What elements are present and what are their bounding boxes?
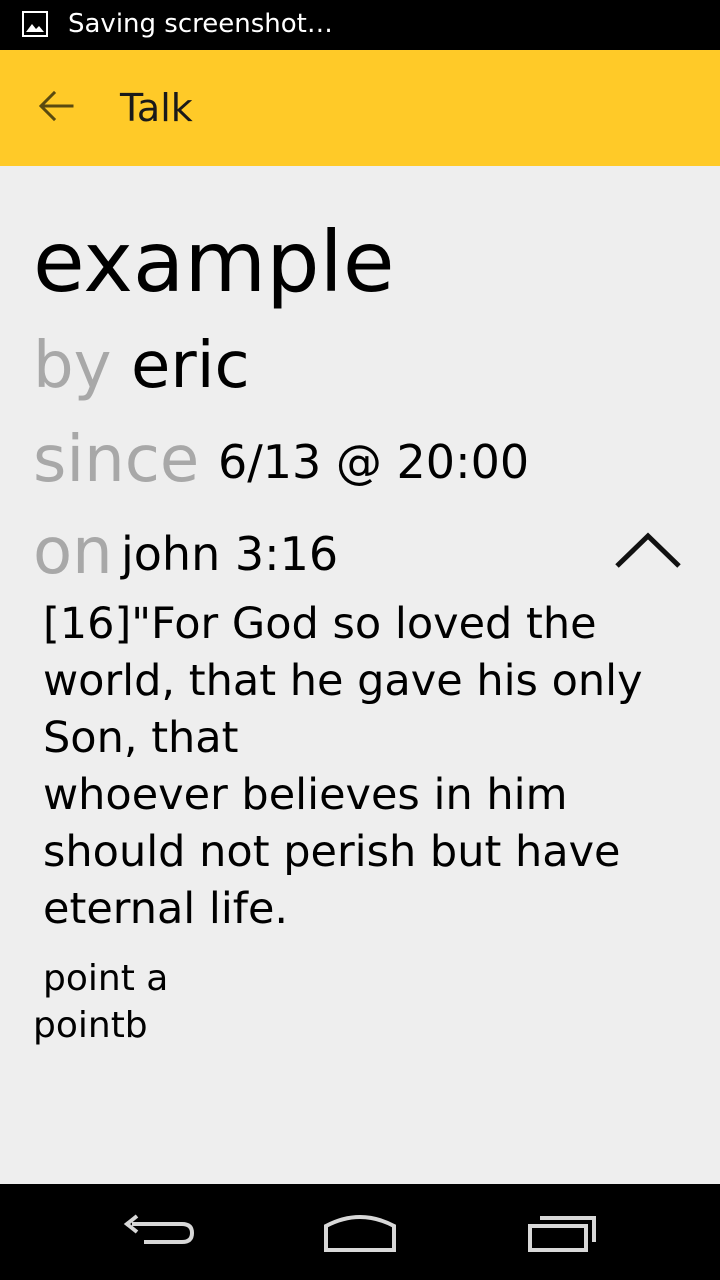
nav-home-button[interactable] bbox=[310, 1202, 410, 1262]
nav-recents-icon bbox=[528, 1216, 596, 1252]
nav-home-icon bbox=[324, 1215, 396, 1252]
talk-point: pointb bbox=[33, 1005, 148, 1046]
status-bar: Saving screenshot… bbox=[0, 0, 720, 50]
verse-line: whoever believes in him bbox=[43, 770, 568, 820]
verse-line: should not perish but have bbox=[43, 827, 621, 877]
author-name: eric bbox=[131, 329, 250, 403]
image-icon bbox=[22, 11, 48, 37]
arrow-left-icon bbox=[38, 90, 74, 122]
status-notification-text: Saving screenshot… bbox=[68, 9, 333, 39]
nav-back-icon bbox=[123, 1214, 195, 1244]
app-bar: Talk bbox=[0, 50, 720, 166]
verse-line: world, that he gave his only bbox=[43, 656, 643, 706]
since-datetime: 6/13 @ 20:00 bbox=[218, 435, 530, 489]
chevron-up-icon bbox=[615, 532, 681, 568]
collapse-verse-button[interactable] bbox=[608, 518, 688, 578]
talk-title: example bbox=[33, 213, 395, 311]
verse-reference: john 3:16 bbox=[121, 527, 339, 581]
back-button[interactable] bbox=[24, 78, 88, 136]
nav-back-button[interactable] bbox=[110, 1202, 210, 1262]
navigation-bar bbox=[0, 1184, 720, 1280]
verse-text: [16]"For God so loved the world, that he… bbox=[43, 596, 683, 938]
verse-line: [16]"For God so loved the bbox=[43, 599, 597, 649]
talk-detail: example by eric since 6/13 @ 20:00 on jo… bbox=[0, 166, 720, 1184]
talk-point: point a bbox=[43, 958, 169, 999]
nav-recents-button[interactable] bbox=[512, 1202, 612, 1262]
verse-line: eternal life. bbox=[43, 884, 289, 934]
app-bar-title: Talk bbox=[120, 86, 193, 130]
by-label: by bbox=[33, 329, 112, 403]
on-label: on bbox=[33, 515, 113, 589]
since-label: since bbox=[33, 423, 200, 497]
verse-line: Son, that bbox=[43, 713, 239, 763]
